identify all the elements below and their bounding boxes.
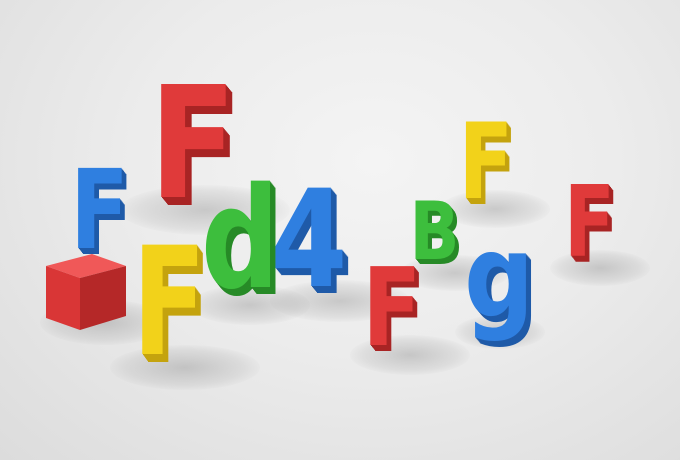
yellow-F-front: F <box>132 216 207 390</box>
blue-4: 4 <box>270 161 348 318</box>
green-d: d <box>201 158 280 321</box>
red-F-right: F <box>564 166 615 280</box>
red-cube <box>46 254 126 330</box>
blue-g: g <box>464 210 535 344</box>
yellow-F-right: F <box>458 101 514 223</box>
blue-F-left: F <box>70 146 129 274</box>
green-B: B <box>409 185 460 278</box>
letter-scene: F F F d 4 F B F g F <box>0 0 680 460</box>
